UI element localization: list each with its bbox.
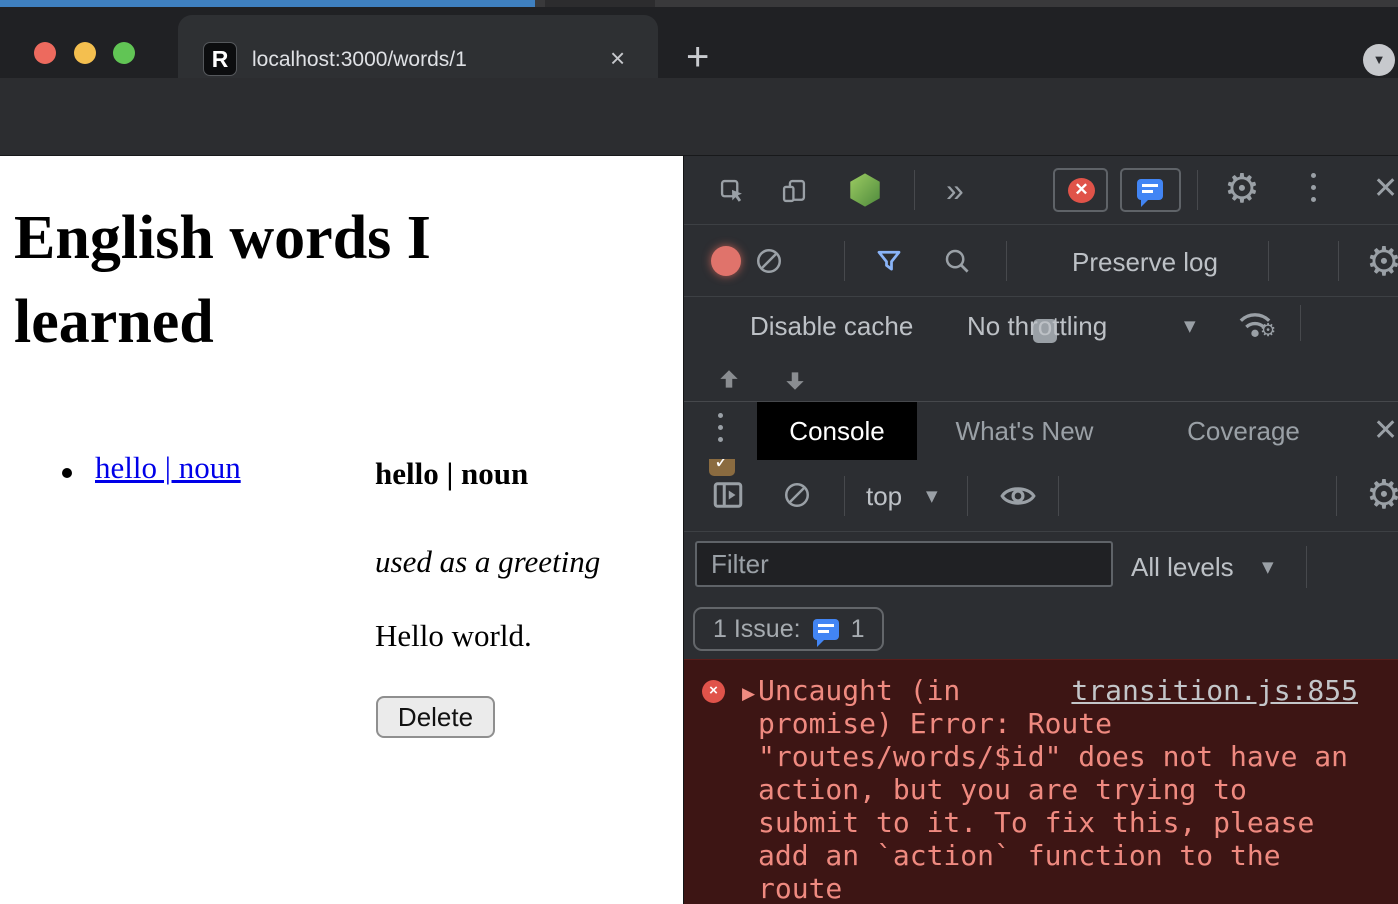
new-tab-button[interactable]: + [686, 37, 709, 77]
maximize-window-button[interactable] [113, 42, 135, 64]
tab-search-button[interactable]: ▼ [1363, 44, 1395, 76]
devtools-close-icon[interactable]: ✕ [1373, 174, 1398, 204]
minimize-window-button[interactable] [74, 42, 96, 64]
devtools-panel: » ✕ ⚙ ✕ [683, 155, 1398, 904]
desktop-edge-strip [0, 0, 1398, 7]
live-expression-eye-icon[interactable] [999, 482, 1037, 510]
web-page: English words I learned hello | noun hel… [0, 155, 683, 904]
console-toolbar: top ▼ ⚙ [684, 459, 1398, 532]
drawer-menu-icon[interactable] [718, 413, 723, 442]
devtools-menu-icon[interactable] [1311, 173, 1316, 202]
tab-console[interactable]: Console [757, 402, 917, 460]
word-definition: used as a greeting [375, 544, 600, 580]
more-panels-icon[interactable]: » [946, 172, 964, 209]
drawer-close-icon[interactable]: ✕ [1373, 416, 1398, 446]
list-bullet [62, 468, 72, 478]
log-level-caret-icon[interactable]: ▼ [1262, 558, 1274, 576]
feedback-button[interactable] [1120, 168, 1181, 212]
preserve-log-label: Preserve log [1072, 247, 1218, 278]
conditions-gear-icon: ⚙ [1260, 320, 1276, 341]
tab-whats-new[interactable]: What's New [942, 402, 1107, 460]
throttling-caret-icon[interactable]: ▼ [1184, 317, 1196, 335]
issue-chat-icon [813, 619, 839, 640]
issue-label: 1 Issue: [713, 615, 801, 644]
error-badge-icon: ✕ [1068, 178, 1095, 203]
export-har-icon[interactable] [782, 367, 808, 393]
error-count-button[interactable]: ✕ [1053, 168, 1108, 212]
import-har-icon[interactable] [716, 367, 742, 393]
delete-button[interactable]: Delete [376, 696, 495, 738]
browser-toolbar: ← → localhost:3000/words/1 [0, 78, 1398, 155]
record-network-log-button[interactable] [711, 246, 741, 276]
throttling-select[interactable]: No throttling [967, 311, 1107, 342]
execution-context-select[interactable]: top [866, 481, 902, 512]
error-icon: × [702, 680, 725, 703]
network-options-row: ✓ Disable cache No throttling ▼ ⚙ [684, 297, 1398, 349]
tab-strip: R localhost:3000/words/1 × + ▼ [0, 7, 1398, 78]
devtools-main-toolbar: » ✕ ⚙ ✕ [684, 156, 1398, 225]
console-settings-icon[interactable]: ⚙ [1366, 475, 1398, 515]
page-title: English words I learned [14, 196, 634, 364]
network-panel-body [684, 349, 1398, 401]
close-window-button[interactable] [34, 42, 56, 64]
console-filter-row: All levels ▼ [684, 532, 1398, 604]
log-level-select[interactable]: All levels [1131, 552, 1234, 583]
devtools-settings-icon[interactable]: ⚙ [1224, 169, 1260, 209]
error-message: transition.js:855Uncaught (in promise) E… [758, 674, 1358, 904]
context-caret-icon[interactable]: ▼ [926, 487, 938, 505]
device-toolbar-icon[interactable] [780, 177, 808, 205]
issues-button[interactable]: 1 Issue: 1 [693, 607, 884, 651]
background-window-shade [545, 0, 655, 7]
background-window-strip [0, 0, 535, 7]
expand-triangle-icon[interactable]: ▶ [742, 684, 755, 704]
drawer-tab-bar: Console What's New Coverage ✕ [684, 401, 1398, 459]
network-filter-icon[interactable] [874, 247, 904, 275]
tab-title: localhost:3000/words/1 [252, 48, 582, 72]
network-toolbar: Preserve log ⚙ [684, 225, 1398, 297]
remix-favicon: R [203, 42, 237, 76]
disable-cache-label: Disable cache [750, 311, 913, 342]
word-detail-title: hello | noun [375, 456, 528, 492]
tab-close-icon[interactable]: × [610, 45, 625, 71]
browser-window: R localhost:3000/words/1 × + ▼ ← → loca [0, 0, 1398, 904]
network-search-icon[interactable] [942, 246, 972, 276]
nodejs-icon[interactable] [846, 171, 884, 209]
inspect-element-icon[interactable] [718, 177, 746, 205]
clear-network-icon[interactable] [754, 246, 784, 276]
network-conditions-icon[interactable]: ⚙ [1234, 304, 1276, 344]
error-text: Uncaught (in promise) Error: Route "rout… [758, 674, 1348, 904]
word-example-sentence: Hello world. [375, 618, 532, 654]
console-issue-row: 1 Issue: 1 [684, 604, 1398, 659]
console-sidebar-icon[interactable] [709, 477, 747, 513]
clear-console-icon[interactable] [782, 480, 812, 510]
word-list-link[interactable]: hello | noun [95, 450, 241, 486]
error-source-link[interactable]: transition.js:855 [1071, 674, 1358, 707]
network-settings-icon[interactable]: ⚙ [1366, 242, 1398, 282]
issue-count: 1 [851, 615, 865, 644]
feedback-chat-icon [1137, 179, 1163, 200]
console-error-entry[interactable]: × ▶ transition.js:855Uncaught (in promis… [684, 659, 1398, 904]
tab-coverage[interactable]: Coverage [1181, 402, 1306, 460]
console-filter-input[interactable] [695, 541, 1113, 587]
